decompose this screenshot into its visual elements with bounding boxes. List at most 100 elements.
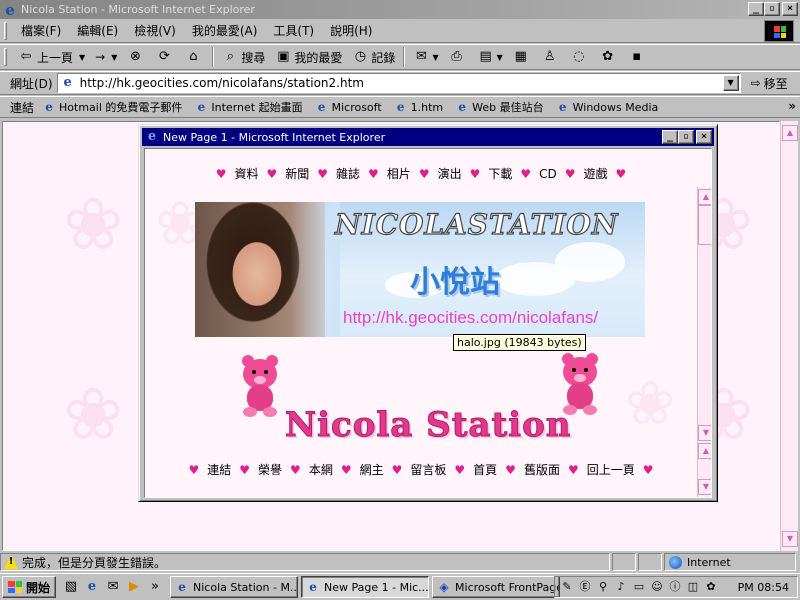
discuss-button[interactable]: ▦: [508, 46, 537, 68]
mail-button[interactable]: ✉ ▼: [408, 46, 443, 68]
menu-file[interactable]: 檔案(F): [13, 22, 69, 39]
info-icon[interactable]: ⓘ: [667, 579, 683, 595]
restore-button[interactable]: ▫: [764, 2, 780, 16]
media-button[interactable]: ▪: [624, 46, 653, 68]
link-1-htm[interactable]: e 1.htm: [394, 100, 443, 114]
chat-button[interactable]: ◌: [566, 46, 595, 68]
link-best-of-web[interactable]: e Web 最佳站台: [455, 99, 543, 115]
volume-icon[interactable]: ♪: [613, 579, 629, 595]
related-button[interactable]: ✿: [595, 46, 624, 68]
heart-icon: ♥: [266, 166, 278, 181]
popup-title: New Page 1 - Microsoft Internet Explorer: [163, 130, 386, 144]
halo-banner-image[interactable]: NICOLASTATION 小悅站 http://hk.geocities.co…: [195, 202, 645, 337]
links-more-chevron[interactable]: »: [788, 99, 796, 113]
scroll-up-button[interactable]: ▲: [782, 125, 798, 141]
page-icon: e: [45, 100, 53, 114]
link-internet-start[interactable]: e Internet 起始畫面: [194, 99, 303, 115]
input-method-icon[interactable]: Ⓔ: [577, 579, 593, 595]
task-new-page-1[interactable]: e New Page 1 - Mic...: [301, 576, 430, 598]
print-button[interactable]: ⎙: [444, 46, 473, 68]
popup-title-bar[interactable]: e New Page 1 - Microsoft Internet Explor…: [142, 128, 714, 146]
warning-icon[interactable]: !: [4, 555, 18, 569]
nav-cd-link[interactable]: CD: [539, 167, 557, 181]
menu-grip[interactable]: [4, 21, 7, 40]
display-icon[interactable]: ▭: [631, 579, 647, 595]
scroll-down-button[interactable]: ▼: [782, 531, 798, 547]
menu-favorites[interactable]: 我的最愛(A): [184, 22, 266, 39]
address-input[interactable]: e http://hk.geocities.com/nicolafans/sta…: [56, 73, 741, 93]
minimize-button[interactable]: _: [748, 2, 764, 16]
back-button[interactable]: ⇦ 上一頁 ▼: [13, 46, 90, 68]
popup-scroll-thumb[interactable]: [698, 205, 711, 245]
menu-tools[interactable]: 工具(T): [265, 22, 322, 39]
search-button[interactable]: ⌕ 搜尋: [217, 46, 270, 68]
forward-dropdown-icon[interactable]: ▼: [111, 53, 117, 62]
messenger-button[interactable]: ♙: [537, 46, 566, 68]
link-hotmail[interactable]: e Hotmail 的免費電子郵件: [42, 99, 182, 115]
go-button[interactable]: ⇨ 移至: [751, 75, 788, 92]
internet-explorer-icon[interactable]: e: [83, 578, 101, 596]
stop-button[interactable]: ⊗: [122, 46, 151, 68]
page-vertical-scrollbar[interactable]: ▲ ▼: [780, 121, 798, 551]
nav-about-site-link[interactable]: 本網: [309, 461, 333, 478]
nav-news-link[interactable]: 新聞: [285, 165, 309, 182]
home-button[interactable]: ⌂: [180, 46, 209, 68]
nav-profile-link[interactable]: 資料: [234, 165, 258, 182]
refresh-button[interactable]: ⟳: [151, 46, 180, 68]
popup-scroll-down-button-2[interactable]: ▼: [698, 479, 711, 495]
menu-view[interactable]: 檢視(V): [126, 22, 184, 39]
back-arrow-icon: ⇦: [20, 49, 32, 64]
task-nicola-station[interactable]: e Nicola Station - M...: [170, 576, 299, 598]
show-desktop-icon[interactable]: ▧: [62, 578, 80, 596]
home-icon: ⌂: [189, 49, 198, 64]
popup-scroll-up-button[interactable]: ▲: [698, 189, 711, 205]
nav-webmaster-link[interactable]: 網主: [360, 461, 384, 478]
nav-home-link[interactable]: 首頁: [473, 461, 497, 478]
window-title-bar[interactable]: e Nicola Station - Microsoft Internet Ex…: [0, 0, 800, 19]
outlook-express-icon[interactable]: ✉: [104, 578, 122, 596]
menu-help[interactable]: 說明(H): [322, 22, 380, 39]
nav-photos-link[interactable]: 相片: [387, 165, 411, 182]
network-icon[interactable]: ⚲: [595, 579, 611, 595]
popup-scroll-down-button[interactable]: ▼: [698, 425, 711, 441]
popup-close-button[interactable]: ×: [696, 130, 712, 144]
clock[interactable]: PM 08:54: [738, 581, 793, 594]
address-url[interactable]: http://hk.geocities.com/nicolafans/stati…: [80, 76, 364, 90]
media-player-icon[interactable]: ▶: [125, 578, 143, 596]
back-dropdown-icon[interactable]: ▼: [79, 53, 85, 62]
app-tray-icon[interactable]: ✿: [703, 579, 719, 595]
nav-shows-link[interactable]: 演出: [438, 165, 462, 182]
nav-guestbook-link[interactable]: 留言板: [410, 461, 446, 478]
forward-button[interactable]: → ▼: [90, 46, 122, 68]
nav-honors-link[interactable]: 榮譽: [258, 461, 282, 478]
window-controls: _ ▫ ×: [748, 2, 798, 16]
nav-back-link[interactable]: 回上一頁: [587, 461, 635, 478]
pen-icon[interactable]: ✎: [559, 579, 575, 595]
close-button[interactable]: ×: [782, 2, 798, 16]
link-microsoft[interactable]: e Microsoft: [315, 100, 382, 114]
popup-minimize-button[interactable]: _: [662, 130, 678, 144]
messenger-icon[interactable]: ☺: [649, 579, 665, 595]
heart-icon: ♥: [340, 462, 352, 477]
start-button[interactable]: 開始: [2, 576, 57, 598]
address-dropdown-button[interactable]: ▼: [722, 75, 739, 91]
popup-vertical-scrollbar[interactable]: ▲ ▼ ▲ ▼: [697, 187, 711, 497]
nav-download-link[interactable]: 下載: [488, 165, 512, 182]
favorites-button[interactable]: ▣ 我的最愛: [270, 46, 347, 68]
task-frontpage[interactable]: ◈ Microsoft FrontPage: [432, 576, 561, 598]
nav-old-layout-link[interactable]: 舊版面: [524, 461, 560, 478]
menu-edit[interactable]: 編輯(E): [69, 22, 126, 39]
toolbar-separator: [403, 47, 406, 67]
popup-scroll-up-button-2[interactable]: ▲: [698, 443, 711, 459]
edit-button[interactable]: ▤ ▼: [473, 46, 508, 68]
quick-launch-more[interactable]: »: [146, 578, 164, 596]
popup-maximize-button[interactable]: ▫: [678, 130, 694, 144]
nav-links-link[interactable]: 連結: [207, 461, 231, 478]
toolbar-grip[interactable]: [4, 48, 7, 66]
scheduler-icon[interactable]: ◫: [685, 579, 701, 595]
link-windows-media[interactable]: e Windows Media: [556, 100, 658, 114]
nav-games-link[interactable]: 遊戲: [584, 165, 608, 182]
nav-magazine-link[interactable]: 雜誌: [336, 165, 360, 182]
history-button[interactable]: ◷ 記錄: [347, 46, 400, 68]
page-icon: e: [197, 100, 206, 114]
